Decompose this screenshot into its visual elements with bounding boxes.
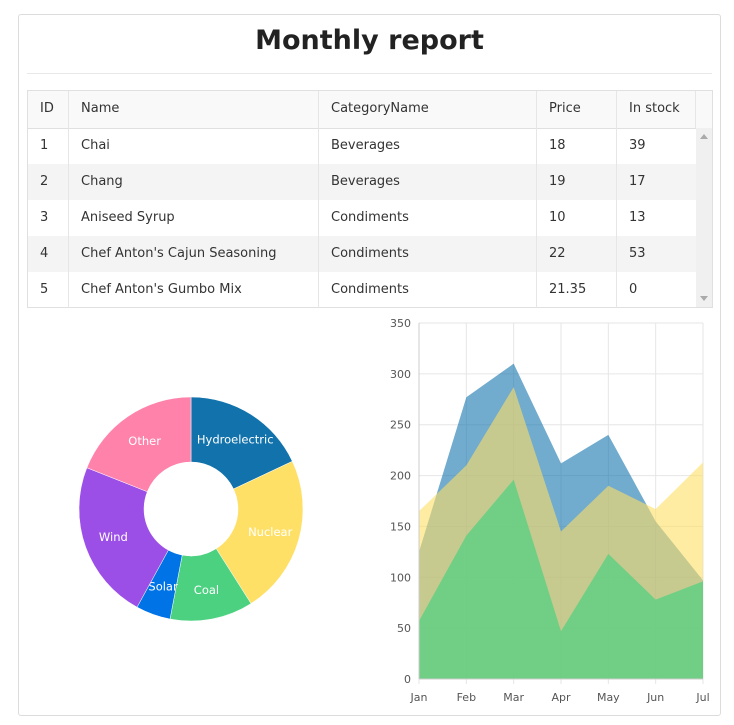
cell-price: 19 <box>537 164 617 200</box>
cell-category: Beverages <box>319 164 537 200</box>
cell-stock: 53 <box>629 246 646 261</box>
cell-price: 18 <box>537 128 617 164</box>
cell-price: 21.35 <box>537 272 617 308</box>
cell-id: 5 <box>28 272 69 308</box>
table-row[interactable]: 1 Chai Beverages 18 39 <box>28 128 696 164</box>
table-row[interactable]: 3 Aniseed Syrup Condiments 10 13 <box>28 200 696 236</box>
donut-chart: Hydroelectric Nuclear Coal Solar Wind Other <box>78 396 304 622</box>
column-header-price[interactable]: Price <box>537 91 617 128</box>
cell-name: Chef Anton's Cajun Seasoning <box>69 236 319 272</box>
cell-category: Condiments <box>319 272 537 308</box>
cell-category: Condiments <box>319 236 537 272</box>
scroll-down-icon[interactable] <box>700 296 708 301</box>
table-row[interactable]: 2 Chang Beverages 19 17 <box>28 164 696 200</box>
column-header-stock[interactable]: In stock <box>617 91 696 128</box>
cell-name: Aniseed Syrup <box>69 200 319 236</box>
cell-name: Chai <box>69 128 319 164</box>
cell-id: 2 <box>28 164 69 200</box>
cell-stock: 13 <box>629 210 646 225</box>
cell-stock: 17 <box>629 174 646 189</box>
pie-label: Solar <box>148 580 178 594</box>
cell-price: 10 <box>537 200 617 236</box>
x-tick-label: Jun <box>646 691 664 704</box>
divider <box>27 73 712 74</box>
vertical-scrollbar[interactable] <box>696 128 712 307</box>
pie-label: Hydroelectric <box>197 432 274 446</box>
products-grid: ID Name CategoryName Price In stock 1 Cha… <box>27 90 713 308</box>
cell-id: 4 <box>28 236 69 272</box>
x-tick-label: May <box>597 691 620 704</box>
x-tick-label: Apr <box>551 691 571 704</box>
scroll-up-icon[interactable] <box>700 134 708 139</box>
pie-label: Coal <box>194 583 219 597</box>
x-tick-label: Mar <box>503 691 524 704</box>
table-row[interactable]: 4 Chef Anton's Cajun Seasoning Condiments 2… <box>28 236 696 272</box>
cell-price: 22 <box>537 236 617 272</box>
x-tick-label: Feb <box>457 691 476 704</box>
y-tick-label: 50 <box>397 622 411 635</box>
cell-stock: 0 <box>629 282 638 297</box>
cell-name: Chef Anton's Gumbo Mix <box>69 272 319 308</box>
y-tick-label: 0 <box>404 673 411 686</box>
cell-id: 1 <box>28 128 69 164</box>
grid-header: ID Name CategoryName Price In stock <box>28 91 712 129</box>
y-tick-label: 150 <box>390 520 411 533</box>
pie-label: Other <box>128 434 161 448</box>
pie-label: Nuclear <box>248 525 293 539</box>
y-tick-label: 250 <box>390 419 411 432</box>
cell-stock: 39 <box>629 138 646 153</box>
x-tick-label: Jul <box>695 691 709 704</box>
column-header-name[interactable]: Name <box>69 91 319 128</box>
pie-label: Wind <box>99 530 128 544</box>
column-header-id[interactable]: ID <box>28 91 69 128</box>
column-header-category[interactable]: CategoryName <box>319 91 537 128</box>
cell-category: Condiments <box>319 200 537 236</box>
y-tick-label: 200 <box>390 470 411 483</box>
y-tick-label: 100 <box>390 571 411 584</box>
cell-category: Beverages <box>319 128 537 164</box>
cell-id: 3 <box>28 200 69 236</box>
table-row[interactable]: 5 Chef Anton's Gumbo Mix Condiments 21.35 0 <box>28 272 696 308</box>
y-tick-label: 350 <box>390 317 411 330</box>
y-tick-label: 300 <box>390 368 411 381</box>
cell-name: Chang <box>69 164 319 200</box>
area-chart: 0 50 100 150 200 250 300 350 Jan Feb Mar Apr May Jun J… <box>390 317 710 704</box>
page-title: Monthly report <box>255 25 484 56</box>
x-tick-label: Jan <box>410 691 428 704</box>
